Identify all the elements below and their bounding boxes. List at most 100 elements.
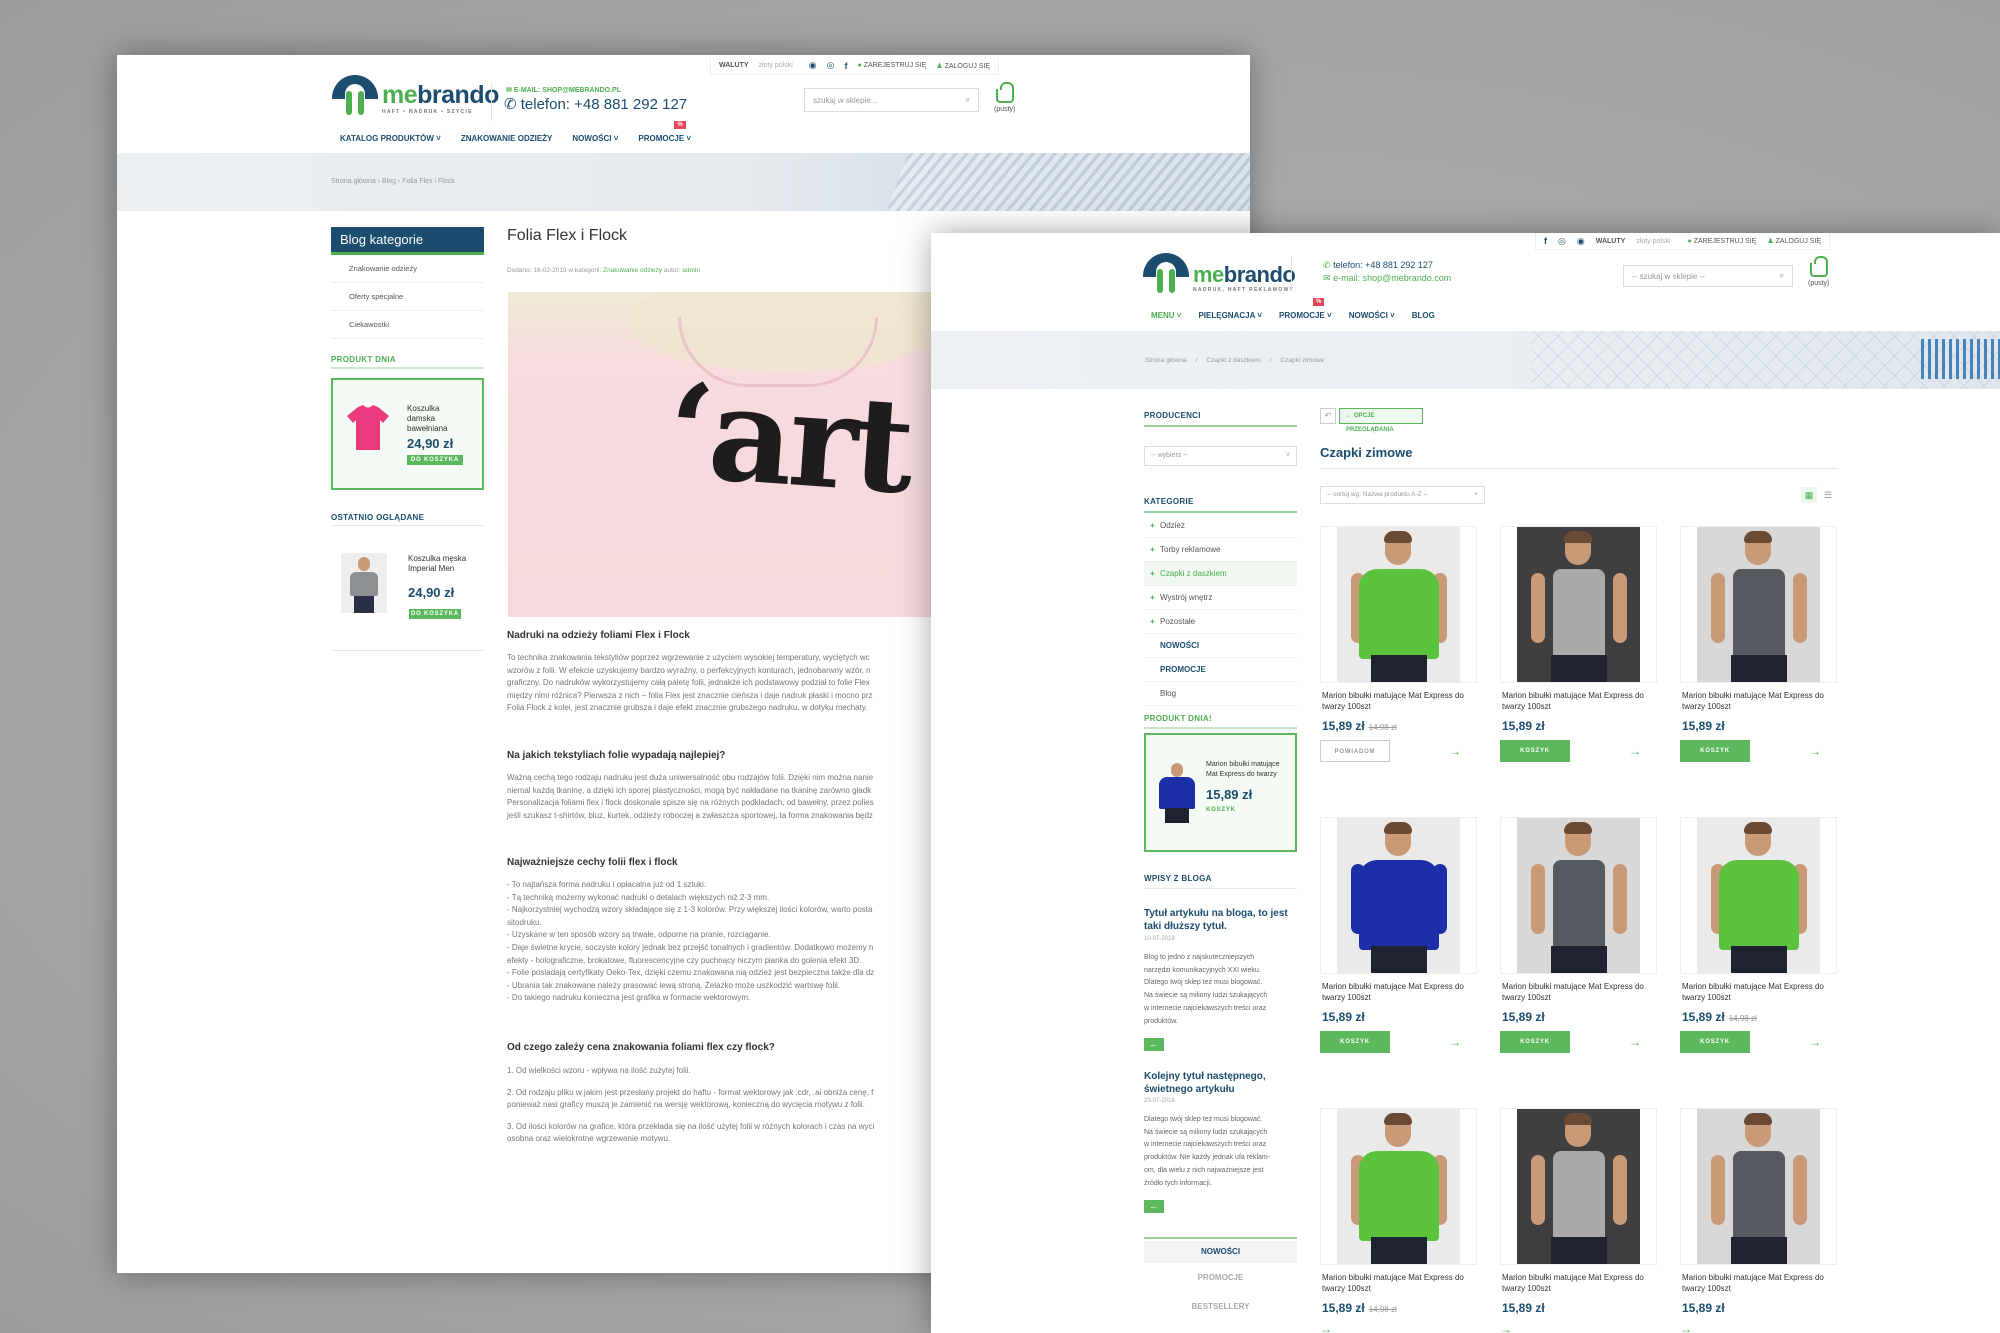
register-link[interactable]: ● ZAREJESTRUJ SIĘ — [1688, 238, 1757, 245]
product-name[interactable]: Koszulka damska bawełniana — [407, 404, 467, 434]
product-name[interactable]: Marion bibułki matujące Mat Express do t… — [1680, 981, 1837, 1003]
cart-button[interactable]: (pusty) — [1808, 256, 1829, 287]
nav-catalog[interactable]: KATALOG PRODUKTÓW ˅ — [340, 134, 441, 143]
cart-button[interactable]: (pusty) — [994, 82, 1015, 113]
email-contact[interactable]: ✉ e-mail: shop@mebrando.com — [1323, 273, 1451, 284]
add-to-cart-button[interactable]: KOSZYK — [1500, 1031, 1570, 1053]
product-card[interactable]: Marion bibułki matujące Mat Express do t… — [1500, 526, 1657, 762]
facebook-icon[interactable]: f — [845, 61, 848, 71]
read-more-arrow-icon[interactable]: ← — [1144, 1038, 1164, 1051]
instagram-icon[interactable]: ◎ — [1558, 236, 1566, 247]
instagram-icon[interactable]: ◎ — [827, 60, 835, 71]
search-input[interactable]: -- szukaj w sklepie -- ⌕ — [1623, 265, 1793, 287]
product-image[interactable] — [1680, 817, 1837, 974]
product-card[interactable]: Marion bibułki matujące Mat Express do t… — [1500, 817, 1657, 1053]
nav-promotions[interactable]: PROMOCJE ˅ % — [1279, 298, 1332, 320]
product-card[interactable]: Marion bibułki matujące Mat Express do t… — [1320, 817, 1477, 1053]
nav-care[interactable]: PIELĘGNACJA ˅ — [1198, 311, 1262, 320]
search-input[interactable]: szukaj w sklepie... ⌕ — [804, 88, 979, 112]
search-icon[interactable]: ⌕ — [1780, 271, 1784, 281]
product-card[interactable]: Marion bibułki matujące Mat Express do t… — [1500, 1108, 1657, 1333]
email-contact[interactable]: ✉ E-MAIL: SHOP@MEBRANDO.PL — [506, 86, 621, 94]
read-more-arrow-icon[interactable]: ← — [1144, 1200, 1164, 1213]
product-image[interactable] — [1500, 526, 1657, 683]
meta-category-link[interactable]: Znakowanie odzieży — [603, 267, 662, 274]
product-card[interactable]: Marion bibułki matujące Mat Express do t… — [1680, 817, 1837, 1053]
product-image[interactable] — [1320, 817, 1477, 974]
category-item[interactable]: Blog — [1144, 682, 1297, 706]
arrow-right-icon[interactable]: → — [1500, 1322, 1512, 1333]
recent-product-name[interactable]: Koszulka męska Imperial Men — [408, 554, 478, 574]
product-name[interactable]: Marion bibułki matujące Mat Express do t… — [1206, 760, 1292, 780]
product-image[interactable] — [1500, 817, 1657, 974]
product-name[interactable]: Marion bibułki matujące Mat Express do t… — [1680, 690, 1837, 712]
pinterest-icon[interactable]: ◉ — [809, 60, 817, 71]
category-item[interactable]: PROMOCJE — [1144, 658, 1297, 682]
tab-news[interactable]: NOWOŚCI — [1144, 1241, 1297, 1263]
nav-blog[interactable]: BLOG — [1412, 311, 1435, 320]
nav-menu[interactable]: MENU ˅ — [1151, 311, 1181, 320]
back-icon[interactable]: ↶ — [1320, 408, 1336, 424]
recent-product-image[interactable] — [341, 553, 387, 613]
add-to-cart-button[interactable]: KOSZYK — [1206, 807, 1236, 813]
manufacturer-select[interactable]: -- wybierz -- ˅ — [1144, 446, 1297, 466]
tab-bestsellers[interactable]: BESTSELLERY — [1144, 1296, 1297, 1318]
arrow-right-icon[interactable]: → — [1809, 744, 1821, 758]
login-link[interactable]: ♟ ZALOGUJ SIĘ — [1767, 237, 1821, 245]
blog-category-item[interactable]: Ciekawostki — [331, 311, 484, 339]
sort-select[interactable]: -- sortuj wg: Nazwa produktu A-Z -- ˅ — [1320, 486, 1485, 504]
tab-promotions[interactable]: PROMOCJE — [1144, 1267, 1297, 1289]
add-to-cart-button[interactable]: KOSZYK — [1680, 740, 1750, 762]
product-name[interactable]: Marion bibułki matujące Mat Express do t… — [1500, 690, 1657, 712]
product-image[interactable] — [1500, 1108, 1657, 1265]
category-item[interactable]: NOWOŚCI — [1144, 634, 1297, 658]
product-card[interactable]: Marion bibułki matujące Mat Express do t… — [1680, 526, 1837, 762]
logo[interactable]: mebrando HAFT • NADRUK • SZYCIE — [332, 75, 499, 115]
category-item[interactable]: Torby reklamowe — [1144, 538, 1297, 562]
product-image[interactable] — [1680, 526, 1837, 683]
product-name[interactable]: Marion bibułki matujące Mat Express do t… — [1320, 690, 1477, 712]
blog-post-title[interactable]: Tytuł artykułu na bloga, to jest taki dł… — [1144, 907, 1294, 933]
product-name[interactable]: Marion bibułki matujące Mat Express do t… — [1320, 981, 1477, 1003]
view-options-button[interactable]: ↓ OPCJE PRZEGLĄDANIA — [1339, 408, 1423, 433]
add-to-cart-button[interactable]: DO KOSZYKA — [409, 609, 461, 619]
category-item[interactable]: Wystrój wnętrz — [1144, 586, 1297, 610]
product-image[interactable] — [1320, 1108, 1477, 1265]
arrow-right-icon[interactable]: → — [1449, 1035, 1461, 1049]
product-card[interactable]: Marion bibułki matujące Mat Express do t… — [1680, 1108, 1837, 1333]
logo[interactable]: mebrando NADRUK, HAFT REKLAMOWY — [1143, 253, 1296, 293]
phone-contact[interactable]: ✆ telefon: +48 881 292 127 — [1323, 260, 1433, 271]
arrow-right-icon[interactable]: → — [1449, 744, 1461, 758]
login-link[interactable]: ♟ ZALOGUJ SIĘ — [936, 62, 990, 70]
facebook-icon[interactable]: f — [1544, 236, 1547, 246]
add-to-cart-button[interactable]: KOSZYK — [1680, 1031, 1750, 1053]
meta-author-link[interactable]: admin — [682, 267, 700, 274]
arrow-right-icon[interactable]: → — [1629, 744, 1641, 758]
nav-promotions[interactable]: PROMOCJE ˅ % — [638, 121, 691, 143]
nav-news[interactable]: NOWOŚCI ˅ — [572, 134, 618, 143]
product-image[interactable] — [1680, 1108, 1837, 1265]
add-to-cart-button[interactable]: KOSZYK — [1320, 1031, 1390, 1053]
pinterest-icon[interactable]: ◉ — [1577, 236, 1585, 247]
arrow-right-icon[interactable]: → — [1809, 1035, 1821, 1049]
currency-select[interactable]: złoty polski — [759, 62, 793, 69]
product-of-day-card[interactable]: Koszulka damska bawełniana 24,90 zł DO K… — [331, 378, 484, 490]
product-of-day-card[interactable]: Marion bibułki matujące Mat Express do t… — [1144, 733, 1297, 852]
nav-news[interactable]: NOWOŚCI ˅ — [1349, 311, 1395, 320]
category-item[interactable]: Czapki z daszkiem — [1144, 562, 1297, 586]
phone-contact[interactable]: ✆ telefon: +48 881 292 127 — [504, 95, 687, 113]
nav-marking[interactable]: ZNAKOWANIE ODZIEŻY — [461, 134, 553, 143]
blog-post-title[interactable]: Kolejny tytuł następnego, świetnego arty… — [1144, 1070, 1294, 1096]
register-link[interactable]: ● ZAREJESTRUJ SIĘ — [858, 62, 927, 69]
blog-category-item[interactable]: Oferty specjalne — [331, 283, 484, 311]
product-name[interactable]: Marion bibułki matujące Mat Express do t… — [1500, 981, 1657, 1003]
blog-category-item[interactable]: Znakowanie odzieży — [331, 255, 484, 283]
product-name[interactable]: Marion bibułki matujące Mat Express do t… — [1320, 1272, 1477, 1294]
arrow-right-icon[interactable]: → — [1629, 1035, 1641, 1049]
currency-select[interactable]: złoty polski — [1636, 238, 1670, 245]
search-icon[interactable]: ⌕ — [966, 95, 970, 105]
arrow-right-icon[interactable]: → — [1320, 1322, 1332, 1333]
notify-button[interactable]: POWIADOM — [1320, 740, 1390, 762]
arrow-right-icon[interactable]: → — [1680, 1322, 1692, 1333]
grid-view-icon[interactable]: ▦ — [1801, 487, 1817, 503]
